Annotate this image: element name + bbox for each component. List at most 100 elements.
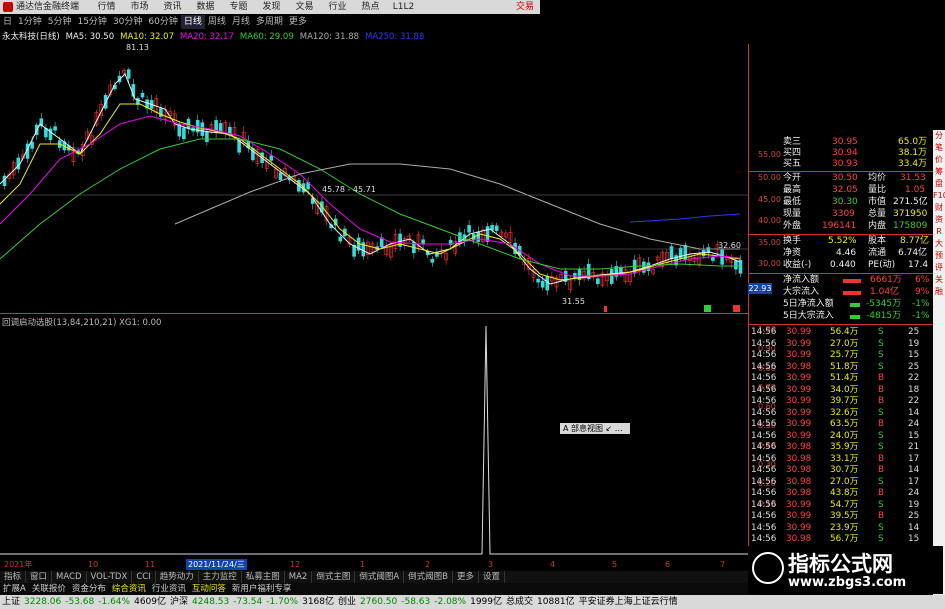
tab-macd[interactable]: MACD	[52, 571, 87, 583]
tick-row: 14:56 30.99 51.4万 B 22	[748, 373, 933, 384]
side-toolbar: 分 笔 价 筹 盘 F10 财 资 R 大 预 评 关 融	[933, 130, 945, 609]
side-icon-zi[interactable]: 资	[933, 214, 945, 226]
tab-news[interactable]: 综合资讯	[109, 583, 149, 595]
candle-body	[159, 108, 163, 117]
period-week[interactable]: 周线	[205, 15, 229, 29]
date-label: 1	[360, 560, 366, 569]
period-month[interactable]: 月线	[229, 15, 253, 29]
period-60min[interactable]: 60分钟	[145, 15, 180, 29]
stat-row: 换手 5.52% 股本 8.77亿	[783, 236, 930, 246]
period-30min[interactable]: 30分钟	[110, 15, 145, 29]
tick-p: 30.98	[786, 534, 812, 544]
period-5min[interactable]: 5分钟	[45, 15, 75, 29]
tab-indicator[interactable]: 指标	[0, 571, 27, 583]
side-icon-jia[interactable]: 价	[933, 154, 945, 166]
trade-button[interactable]: 交易	[516, 0, 534, 14]
tab-main-chart[interactable]: 倒式主图	[312, 571, 356, 583]
flow-row: 净流入额 6661万 6%	[783, 275, 930, 285]
tick-p: 30.99	[786, 511, 812, 521]
side-icon-cai[interactable]: 财	[933, 202, 945, 214]
candle-body	[540, 280, 545, 288]
side-icon-chou[interactable]: 筹	[933, 166, 945, 178]
menu-item-hq[interactable]: 行情	[90, 0, 123, 14]
tick-v: 56.4万	[830, 327, 859, 337]
menu-item-topic[interactable]: 专题	[222, 0, 255, 14]
menu-item-hot[interactable]: 热点	[354, 0, 387, 14]
tooltip-popup[interactable]: A 部息视图 ↙ …	[560, 423, 630, 434]
tick-n: 21	[908, 442, 920, 452]
tab-trend[interactable]: 趋势动力	[156, 571, 199, 583]
period-multi[interactable]: 多周期	[253, 15, 286, 29]
tab-cci[interactable]: CCI	[132, 571, 156, 583]
index-hs-name[interactable]: 沪深	[168, 595, 190, 609]
tab-fund-dist[interactable]: 资金分布	[69, 583, 109, 595]
kline-chart[interactable]: 81.13 45.78 - 45.71 31.55 32.60	[0, 44, 748, 314]
side-icon-yu[interactable]: 预	[933, 250, 945, 262]
tab-ma2[interactable]: MA2	[285, 571, 313, 583]
tick-v: 54.7万	[830, 499, 859, 510]
side-icon-ping[interactable]: 评	[933, 262, 945, 274]
period-more[interactable]: 更多	[286, 15, 310, 29]
side-icon-pan[interactable]: 盘	[933, 178, 945, 190]
period-15min[interactable]: 15分钟	[74, 15, 109, 29]
tab-expand-a[interactable]: 扩展A	[0, 583, 29, 595]
tab-vol[interactable]: VOL-TDX	[87, 571, 133, 583]
index-hs-pct: -1.70%	[266, 597, 299, 607]
watermark: 指标公式网 www.zbgs3.com	[748, 546, 943, 594]
tab-industry-news[interactable]: 行业资讯	[149, 583, 189, 595]
tab-window[interactable]: 窗口	[26, 571, 53, 583]
tab-new-user[interactable]: 新用户福利专享	[229, 583, 295, 595]
tab-chart-b[interactable]: 倒式阈图B	[404, 571, 453, 583]
tick-s: S	[878, 338, 884, 349]
candle-body	[182, 127, 186, 140]
indicator-chart[interactable]	[0, 316, 748, 559]
order-row: 买五 30.93 33.4万	[783, 159, 928, 169]
side-icon-da[interactable]: 大	[933, 238, 945, 250]
period-icon[interactable]: 日	[0, 15, 15, 29]
quote-panel: 卖三 30.95 65.0万 买四 30.94 38.1万 买五 30.93 33.4万 今…	[748, 135, 938, 550]
side-icon-f10[interactable]: F10	[933, 190, 945, 202]
tick-t: 14:56	[751, 338, 777, 349]
index-cy-name[interactable]: 创业	[336, 595, 358, 609]
tick-row: 14:56 30.98 30.7万 B 14	[748, 465, 933, 476]
index-sh-name[interactable]: 上证	[0, 595, 22, 609]
side-icon-rong[interactable]: 融	[933, 286, 945, 298]
menu-item-news[interactable]: 资讯	[156, 0, 189, 14]
period-day[interactable]: 日线	[180, 15, 205, 29]
tab-related-quote[interactable]: 关联报价	[29, 583, 69, 595]
menu-item-wenyi[interactable]: 文易	[288, 0, 321, 14]
tab-main-monitor[interactable]: 主力监控	[199, 571, 242, 583]
tick-n: 14	[908, 465, 920, 475]
menu-item-industry[interactable]: 行业	[321, 0, 354, 14]
menu-item-l1l2[interactable]: L1L2	[387, 0, 420, 14]
side-icon-bi[interactable]: 笔	[933, 142, 945, 154]
tick-p: 30.99	[786, 419, 812, 429]
side-icon-guan[interactable]: 关	[933, 274, 945, 286]
tick-s: S	[878, 442, 884, 452]
tick-n: 17	[908, 476, 920, 487]
tick-p: 30.99	[786, 350, 812, 360]
tab-more[interactable]: 更多	[453, 571, 480, 583]
menu-item-data[interactable]: 数据	[189, 0, 222, 14]
tab-chart-a[interactable]: 倒式阈图A	[355, 571, 405, 583]
period-1min[interactable]: 1分钟	[15, 15, 45, 29]
tick-v: 35.9万	[830, 442, 859, 452]
side-icon-fen[interactable]: 分	[933, 130, 945, 142]
index-cy-change: -58.63	[401, 597, 431, 607]
tick-s: S	[878, 407, 884, 418]
menu-item-market[interactable]: 市场	[123, 0, 156, 14]
tab-settings[interactable]: 设置	[479, 571, 506, 583]
tab-qa[interactable]: 互动问答	[189, 583, 229, 595]
tick-n: 14	[908, 522, 920, 533]
app-title: 通达信金融终端	[16, 2, 80, 12]
menu-item-discover[interactable]: 发现	[255, 0, 288, 14]
tick-n: 15	[908, 350, 920, 360]
tick-row: 14:56 30.98 35.9万 S 21	[748, 442, 933, 453]
tick-row: 14:56 30.99 25.7万 S 15	[748, 350, 933, 361]
flow-bar	[843, 291, 861, 295]
tab-private[interactable]: 私募主图	[242, 571, 285, 583]
tick-list[interactable]: 14:56 30.99 56.4万 S 25 14:56 30.99 27.0万 S 19 14:5…	[748, 327, 933, 547]
side-icon-r[interactable]: R	[933, 226, 945, 238]
tick-p: 30.99	[786, 430, 812, 441]
date-label: 2021年	[4, 560, 33, 569]
